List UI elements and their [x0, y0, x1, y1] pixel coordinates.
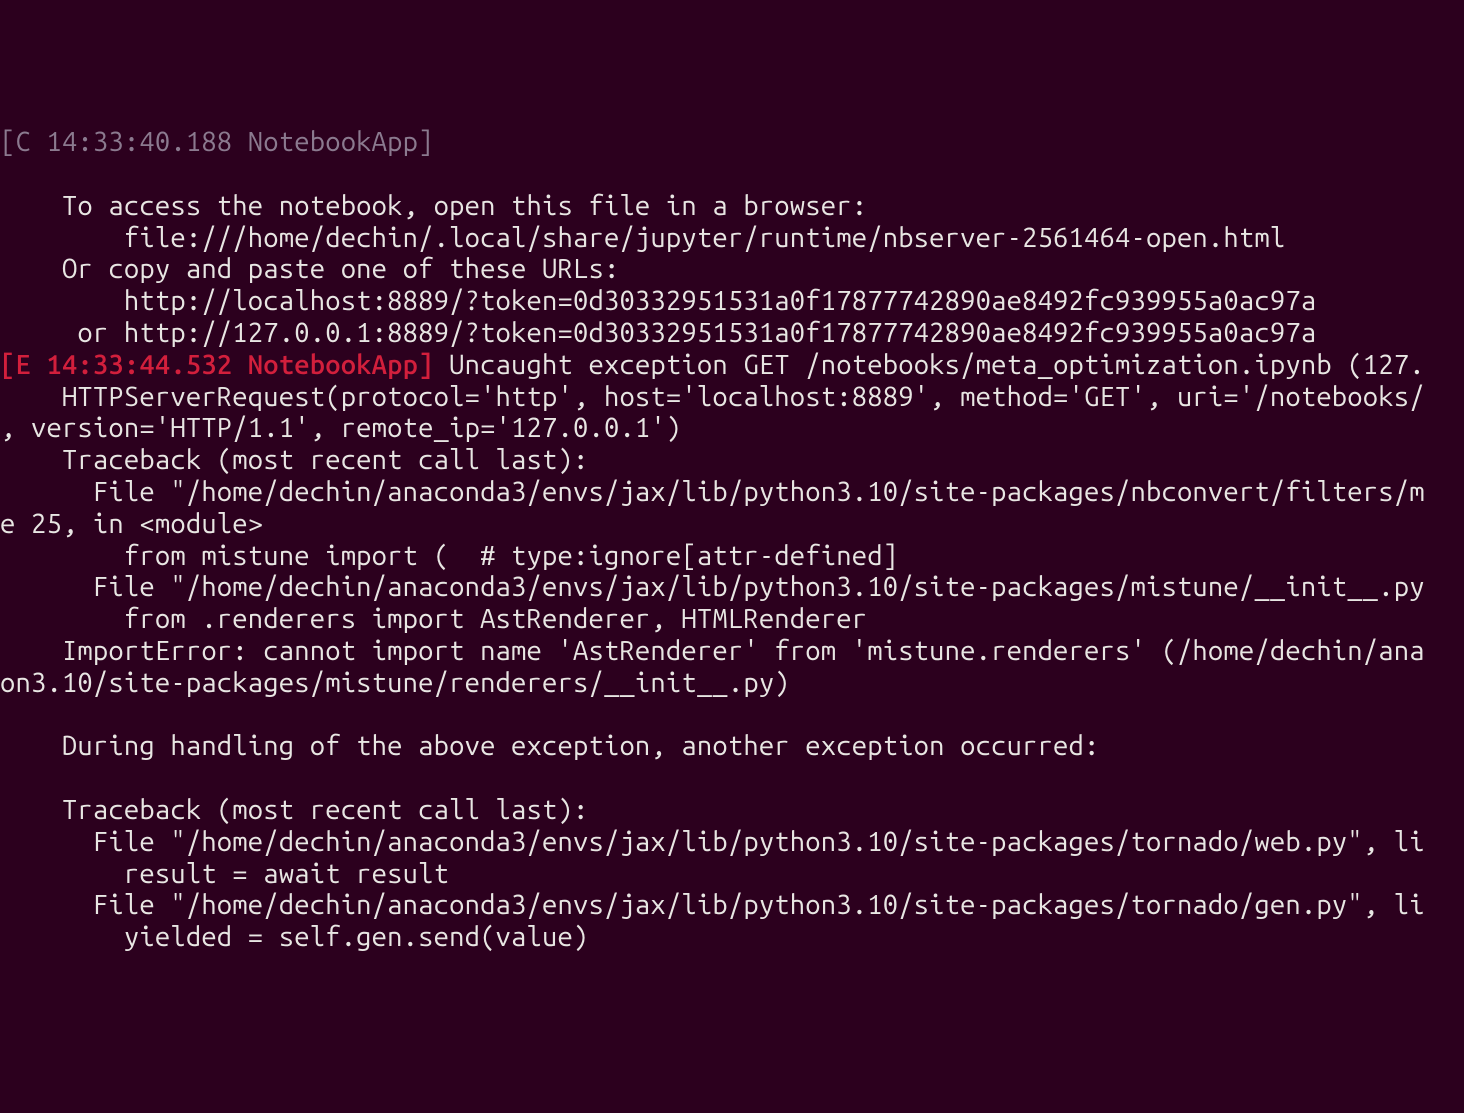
log-text: File "/home/dechin/anaconda3/envs/jax/li… [0, 572, 1425, 602]
terminal-line [0, 159, 1464, 191]
log-text: File "/home/dechin/anaconda3/envs/jax/li… [0, 477, 1425, 507]
log-text: File "/home/dechin/anaconda3/envs/jax/li… [0, 827, 1425, 857]
terminal-line: file:///home/dechin/.local/share/jupyter… [0, 223, 1464, 255]
error-timestamp: [E 14:33:44.532 NotebookApp] [0, 350, 434, 380]
log-text: yielded = self.gen.send(value) [0, 922, 588, 952]
log-text: e 25, in <module> [0, 509, 263, 539]
log-text: , version='HTTP/1.1', remote_ip='127.0.0… [0, 413, 681, 443]
info-timestamp: [C 14:33:40.188 NotebookApp] [0, 127, 434, 157]
terminal-line: During handling of the above exception, … [0, 731, 1464, 763]
log-text: HTTPServerRequest(protocol='http', host=… [0, 382, 1425, 412]
terminal-line: File "/home/dechin/anaconda3/envs/jax/li… [0, 572, 1464, 604]
terminal-line: on3.10/site-packages/mistune/renderers/_… [0, 668, 1464, 700]
terminal-line: from mistune import ( # type:ignore[attr… [0, 541, 1464, 573]
terminal-line: Traceback (most recent call last): [0, 795, 1464, 827]
terminal-line: Traceback (most recent call last): [0, 445, 1464, 477]
log-text: During handling of the above exception, … [0, 731, 1100, 761]
terminal-line: [C 14:33:40.188 NotebookApp] [0, 127, 1464, 159]
log-text: result = await result [0, 859, 449, 889]
log-text: http://localhost:8889/?token=0d303329515… [0, 286, 1316, 316]
log-text: To access the notebook, open this file i… [0, 191, 867, 221]
terminal-line: e 25, in <module> [0, 509, 1464, 541]
log-text: ImportError: cannot import name 'AstRend… [0, 636, 1425, 666]
terminal-line: or http://127.0.0.1:8889/?token=0d303329… [0, 318, 1464, 350]
log-text: from .renderers import AstRenderer, HTML… [0, 604, 867, 634]
terminal-line: File "/home/dechin/anaconda3/envs/jax/li… [0, 827, 1464, 859]
terminal-line: [E 14:33:44.532 NotebookApp] Uncaught ex… [0, 350, 1464, 382]
log-text [0, 159, 16, 189]
terminal-line: ImportError: cannot import name 'AstRend… [0, 636, 1464, 668]
terminal-line: yielded = self.gen.send(value) [0, 922, 1464, 954]
terminal-line: http://localhost:8889/?token=0d303329515… [0, 286, 1464, 318]
log-text: File "/home/dechin/anaconda3/envs/jax/li… [0, 890, 1425, 920]
terminal-line [0, 700, 1464, 732]
log-text: from mistune import ( # type:ignore[attr… [0, 541, 898, 571]
log-text: Or copy and paste one of these URLs: [0, 254, 619, 284]
terminal-line: Or copy and paste one of these URLs: [0, 254, 1464, 286]
log-text: Traceback (most recent call last): [0, 795, 588, 825]
log-text: or http://127.0.0.1:8889/?token=0d303329… [0, 318, 1316, 348]
log-text [0, 700, 62, 730]
terminal-output[interactable]: [C 14:33:40.188 NotebookApp] To access t… [0, 127, 1464, 954]
terminal-line: File "/home/dechin/anaconda3/envs/jax/li… [0, 890, 1464, 922]
terminal-line: HTTPServerRequest(protocol='http', host=… [0, 382, 1464, 414]
log-text: file:///home/dechin/.local/share/jupyter… [0, 223, 1285, 253]
terminal-line: To access the notebook, open this file i… [0, 191, 1464, 223]
terminal-line: , version='HTTP/1.1', remote_ip='127.0.0… [0, 413, 1464, 445]
terminal-line: from .renderers import AstRenderer, HTML… [0, 604, 1464, 636]
log-text [0, 763, 62, 793]
terminal-line: result = await result [0, 859, 1464, 891]
log-text: Traceback (most recent call last): [0, 445, 588, 475]
terminal-line [0, 763, 1464, 795]
log-text: Uncaught exception GET /notebooks/meta_o… [434, 350, 1425, 380]
log-text: on3.10/site-packages/mistune/renderers/_… [0, 668, 790, 698]
terminal-line: File "/home/dechin/anaconda3/envs/jax/li… [0, 477, 1464, 509]
